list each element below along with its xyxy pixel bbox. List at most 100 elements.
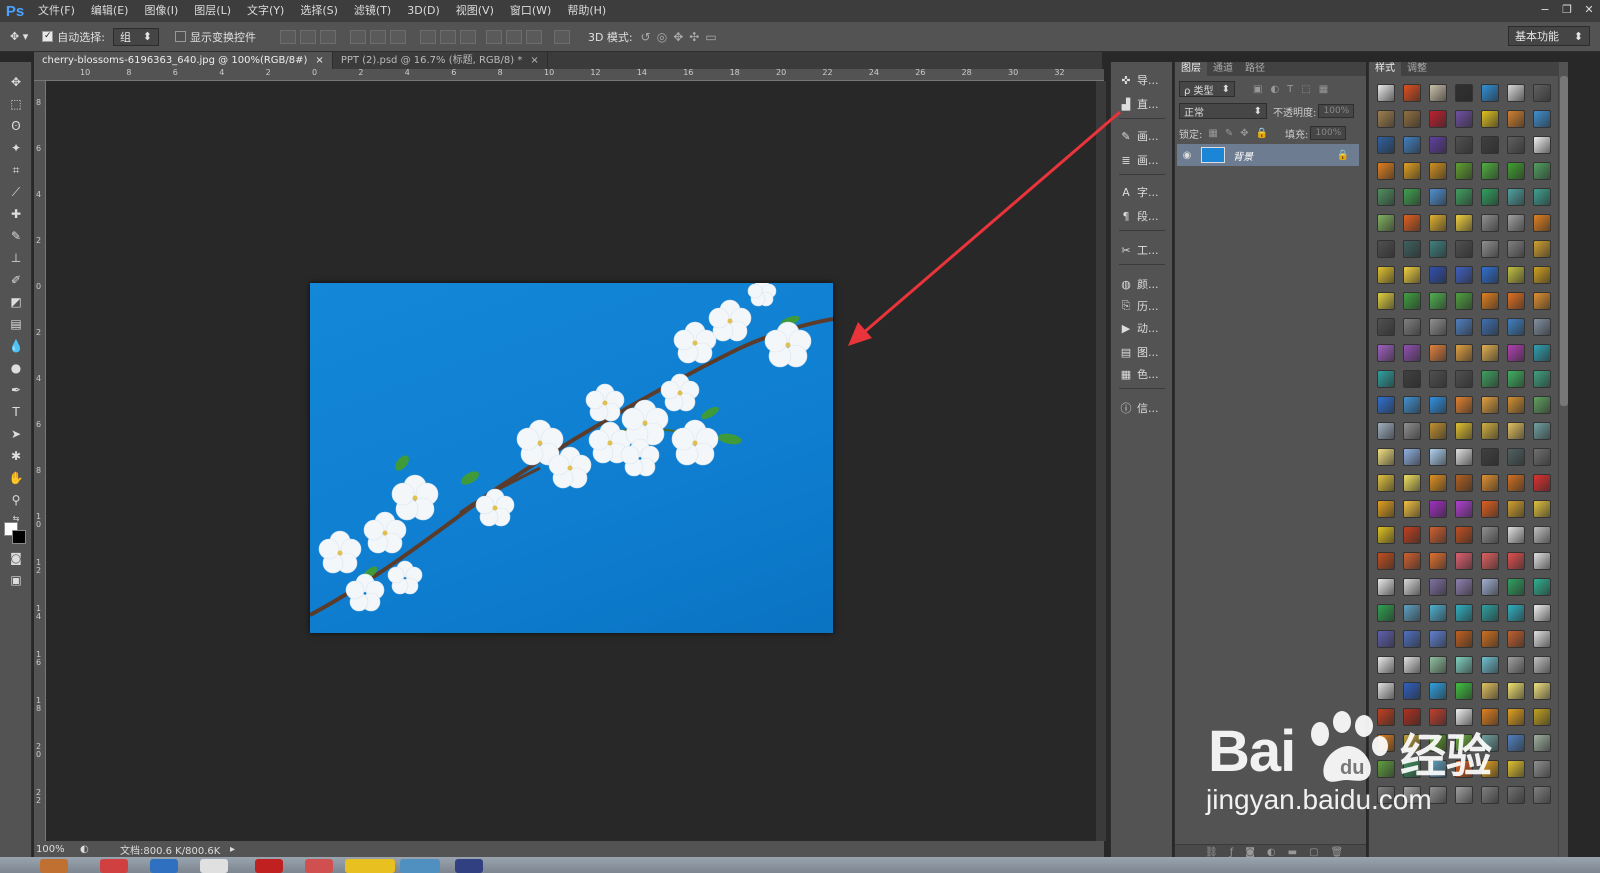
brush-tool-icon[interactable]: ✎ [4, 226, 28, 246]
zoom-level[interactable]: 100% [36, 844, 80, 855]
layer-row-background[interactable]: ◉ 背景 🔒 [1177, 144, 1359, 166]
style-swatch[interactable] [1403, 318, 1421, 336]
status-arrow-icon[interactable]: ▸ [230, 844, 235, 855]
style-swatch[interactable] [1377, 682, 1395, 700]
style-swatch[interactable] [1481, 188, 1499, 206]
gradient-tool-icon[interactable]: ▤ [4, 314, 28, 334]
style-swatch[interactable] [1429, 370, 1447, 388]
style-swatch[interactable] [1507, 110, 1525, 128]
style-swatch[interactable] [1403, 734, 1421, 752]
style-swatch[interactable] [1455, 318, 1473, 336]
style-swatch[interactable] [1507, 708, 1525, 726]
style-swatch[interactable] [1403, 526, 1421, 544]
blur-tool-icon[interactable]: 💧 [4, 336, 28, 356]
style-swatch[interactable] [1481, 474, 1499, 492]
style-swatch[interactable] [1507, 84, 1525, 102]
style-swatch[interactable] [1403, 604, 1421, 622]
style-swatch[interactable] [1507, 526, 1525, 544]
style-swatch[interactable] [1481, 292, 1499, 310]
style-swatch[interactable] [1377, 630, 1395, 648]
dock-item-tool-presets[interactable]: ✂ 工... [1115, 240, 1169, 260]
style-swatch[interactable] [1455, 370, 1473, 388]
taskbar-photoshop-icon[interactable] [400, 859, 440, 873]
taskbar-app-icon[interactable] [455, 859, 483, 873]
fill-field[interactable]: 100% [1310, 126, 1347, 140]
3d-scale-icon[interactable]: ▭ [705, 30, 722, 44]
style-swatch[interactable] [1533, 630, 1551, 648]
style-swatch[interactable] [1507, 656, 1525, 674]
style-swatch[interactable] [1481, 500, 1499, 518]
style-swatch[interactable] [1403, 214, 1421, 232]
style-swatch[interactable] [1429, 396, 1447, 414]
style-swatch[interactable] [1533, 786, 1551, 804]
menu-edit[interactable]: 编辑(E) [83, 0, 137, 22]
layer-filter-icons[interactable]: ▣◐T⬚▦ [1253, 84, 1336, 95]
style-swatch[interactable] [1481, 110, 1499, 128]
style-swatch[interactable] [1403, 396, 1421, 414]
taskbar-app-icon[interactable] [100, 859, 128, 873]
style-swatch[interactable] [1481, 656, 1499, 674]
style-swatch[interactable] [1403, 630, 1421, 648]
tab-styles[interactable]: 样式 [1369, 62, 1401, 76]
style-swatch[interactable] [1533, 500, 1551, 518]
style-swatch[interactable] [1455, 552, 1473, 570]
style-swatch[interactable] [1377, 266, 1395, 284]
style-swatch[interactable] [1455, 786, 1473, 804]
eraser-tool-icon[interactable]: ◩ [4, 292, 28, 312]
3d-slide-icon[interactable]: ✣ [689, 30, 705, 44]
style-swatch[interactable] [1455, 110, 1473, 128]
style-swatch[interactable] [1507, 734, 1525, 752]
style-swatch[interactable] [1533, 240, 1551, 258]
style-swatch[interactable] [1507, 240, 1525, 258]
style-swatch[interactable] [1377, 188, 1395, 206]
style-swatch[interactable] [1507, 604, 1525, 622]
style-swatch[interactable] [1429, 448, 1447, 466]
taskbar-app-icon[interactable] [345, 859, 395, 873]
shape-tool-icon[interactable]: ✱ [4, 446, 28, 466]
style-swatch[interactable] [1377, 552, 1395, 570]
style-swatch[interactable] [1455, 292, 1473, 310]
style-swatch[interactable] [1533, 318, 1551, 336]
dock-item-brush[interactable]: ✎ 画... [1115, 126, 1169, 146]
style-swatch[interactable] [1377, 370, 1395, 388]
lasso-tool-icon[interactable]: ʘ [4, 116, 28, 136]
hand-tool-icon[interactable]: ✋ [4, 468, 28, 488]
align-hcenter-icon[interactable] [369, 29, 386, 44]
cherry-blossom-image[interactable] [310, 283, 833, 633]
style-swatch[interactable] [1455, 682, 1473, 700]
zoom-tool-icon[interactable]: ⚲ [4, 490, 28, 510]
style-swatch[interactable] [1481, 162, 1499, 180]
style-swatch[interactable] [1429, 552, 1447, 570]
style-swatch[interactable] [1455, 526, 1473, 544]
restore-button[interactable]: ❐ [1556, 0, 1578, 18]
style-swatch[interactable] [1455, 84, 1473, 102]
style-swatch[interactable] [1507, 370, 1525, 388]
style-swatch[interactable] [1507, 136, 1525, 154]
lock-icons[interactable]: ▦✎✥🔒 [1208, 128, 1275, 139]
style-swatch[interactable] [1403, 370, 1421, 388]
style-swatch[interactable] [1481, 604, 1499, 622]
style-swatch[interactable] [1481, 214, 1499, 232]
style-swatch[interactable] [1533, 760, 1551, 778]
style-swatch[interactable] [1507, 344, 1525, 362]
style-swatch[interactable] [1455, 136, 1473, 154]
dock-item-actions[interactable]: ▶ 动... [1115, 318, 1169, 338]
style-swatch[interactable] [1377, 760, 1395, 778]
taskbar-app-icon[interactable] [150, 859, 178, 873]
blend-mode-dropdown[interactable]: 正常 ⬍ [1179, 103, 1267, 119]
style-swatch[interactable] [1481, 370, 1499, 388]
style-swatch[interactable] [1507, 760, 1525, 778]
style-swatch[interactable] [1455, 448, 1473, 466]
dock-item-layer-comps[interactable]: ▤ 图... [1115, 342, 1169, 362]
style-swatch[interactable] [1403, 136, 1421, 154]
style-swatch[interactable] [1403, 656, 1421, 674]
menu-3d[interactable]: 3D(D) [399, 0, 448, 22]
style-swatch[interactable] [1377, 292, 1395, 310]
screen-mode-icon[interactable]: ▣ [4, 570, 28, 590]
tab-layers[interactable]: 图层 [1175, 62, 1207, 76]
style-swatch[interactable] [1533, 396, 1551, 414]
path-selection-tool-icon[interactable]: ➤ [4, 424, 28, 444]
style-swatch[interactable] [1455, 760, 1473, 778]
dock-item-navigator[interactable]: ✜ 导... [1115, 70, 1169, 90]
style-swatch[interactable] [1481, 682, 1499, 700]
